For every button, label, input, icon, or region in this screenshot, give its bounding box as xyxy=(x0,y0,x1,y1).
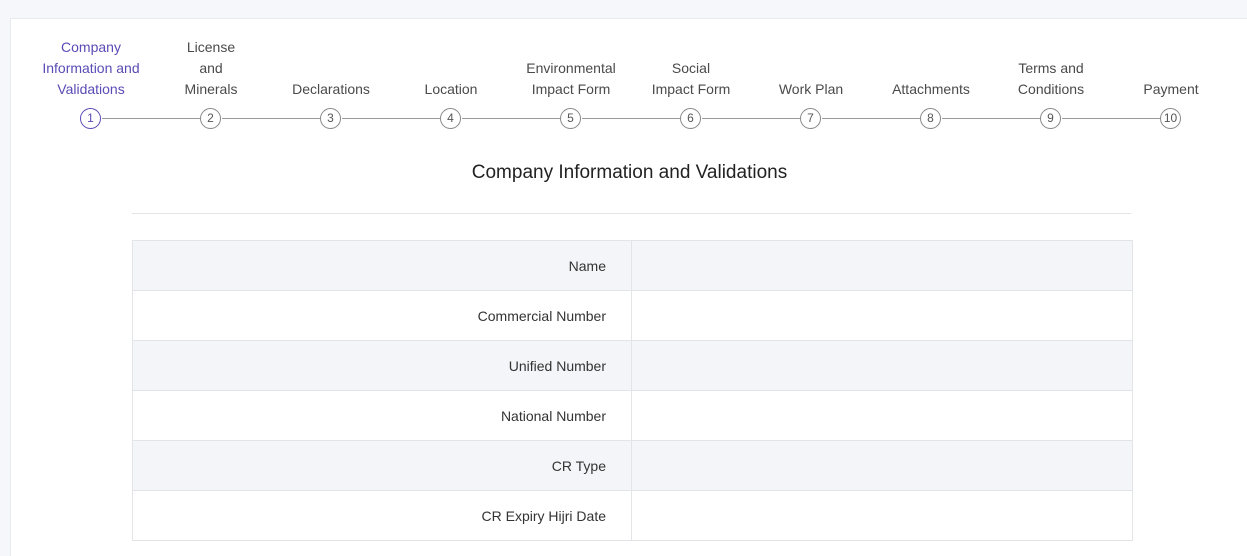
step-10-label[interactable]: Payment xyxy=(1106,36,1236,100)
step-3-label[interactable]: Declarations xyxy=(266,36,396,100)
step-connector xyxy=(342,118,440,119)
step-4-indicator[interactable]: 4 xyxy=(440,108,461,129)
table-row: Name xyxy=(133,241,1132,291)
step-4-label[interactable]: Location xyxy=(386,36,516,100)
company-info-table: Name Commercial Number Unified Number Na… xyxy=(132,240,1133,541)
table-row: CR Expiry Hijri Date xyxy=(133,491,1132,541)
step-connector xyxy=(222,118,320,119)
field-label: CR Type xyxy=(133,441,632,490)
step-connector xyxy=(102,118,200,119)
table-row: Unified Number xyxy=(133,341,1132,391)
field-label: Commercial Number xyxy=(133,291,632,340)
field-value xyxy=(632,441,1132,490)
step-connector xyxy=(822,118,920,119)
step-connector xyxy=(942,118,1040,119)
field-label: Unified Number xyxy=(133,341,632,390)
field-value xyxy=(632,391,1132,440)
step-5-indicator[interactable]: 5 xyxy=(560,108,581,129)
table-row: Commercial Number xyxy=(133,291,1132,341)
step-1-indicator[interactable]: 1 xyxy=(80,108,101,129)
table-row: CR Type xyxy=(133,441,1132,491)
field-label: National Number xyxy=(133,391,632,440)
step-5-label[interactable]: Environmental Impact Form xyxy=(506,36,636,100)
field-value xyxy=(632,491,1132,540)
step-8-indicator[interactable]: 8 xyxy=(920,108,941,129)
step-9-label[interactable]: Terms and Conditions xyxy=(986,36,1116,100)
form-card: Company Information and Validations 1 Li… xyxy=(10,18,1247,556)
step-7-label[interactable]: Work Plan xyxy=(746,36,876,100)
wizard-stepper: Company Information and Validations 1 Li… xyxy=(11,19,1247,139)
step-9-indicator[interactable]: 9 xyxy=(1040,108,1061,129)
field-value xyxy=(632,291,1132,340)
step-connector xyxy=(462,118,560,119)
field-label: CR Expiry Hijri Date xyxy=(133,491,632,540)
field-value xyxy=(632,341,1132,390)
step-connector xyxy=(582,118,680,119)
table-row: National Number xyxy=(133,391,1132,441)
field-label: Name xyxy=(133,241,632,290)
field-value xyxy=(632,241,1132,290)
step-7-indicator[interactable]: 7 xyxy=(800,108,821,129)
section-divider xyxy=(132,213,1131,214)
section-title: Company Information and Validations xyxy=(471,162,788,183)
step-connector xyxy=(1062,118,1160,119)
step-connector xyxy=(702,118,800,119)
step-1-label[interactable]: Company Information and Validations xyxy=(26,36,156,100)
step-8-label[interactable]: Attachments xyxy=(866,36,996,100)
step-10-indicator[interactable]: 10 xyxy=(1160,108,1181,129)
step-2-label[interactable]: License and Minerals xyxy=(146,36,276,100)
step-3-indicator[interactable]: 3 xyxy=(320,108,341,129)
step-6-label[interactable]: Social Impact Form xyxy=(626,36,756,100)
step-2-indicator[interactable]: 2 xyxy=(200,108,221,129)
step-6-indicator[interactable]: 6 xyxy=(680,108,701,129)
